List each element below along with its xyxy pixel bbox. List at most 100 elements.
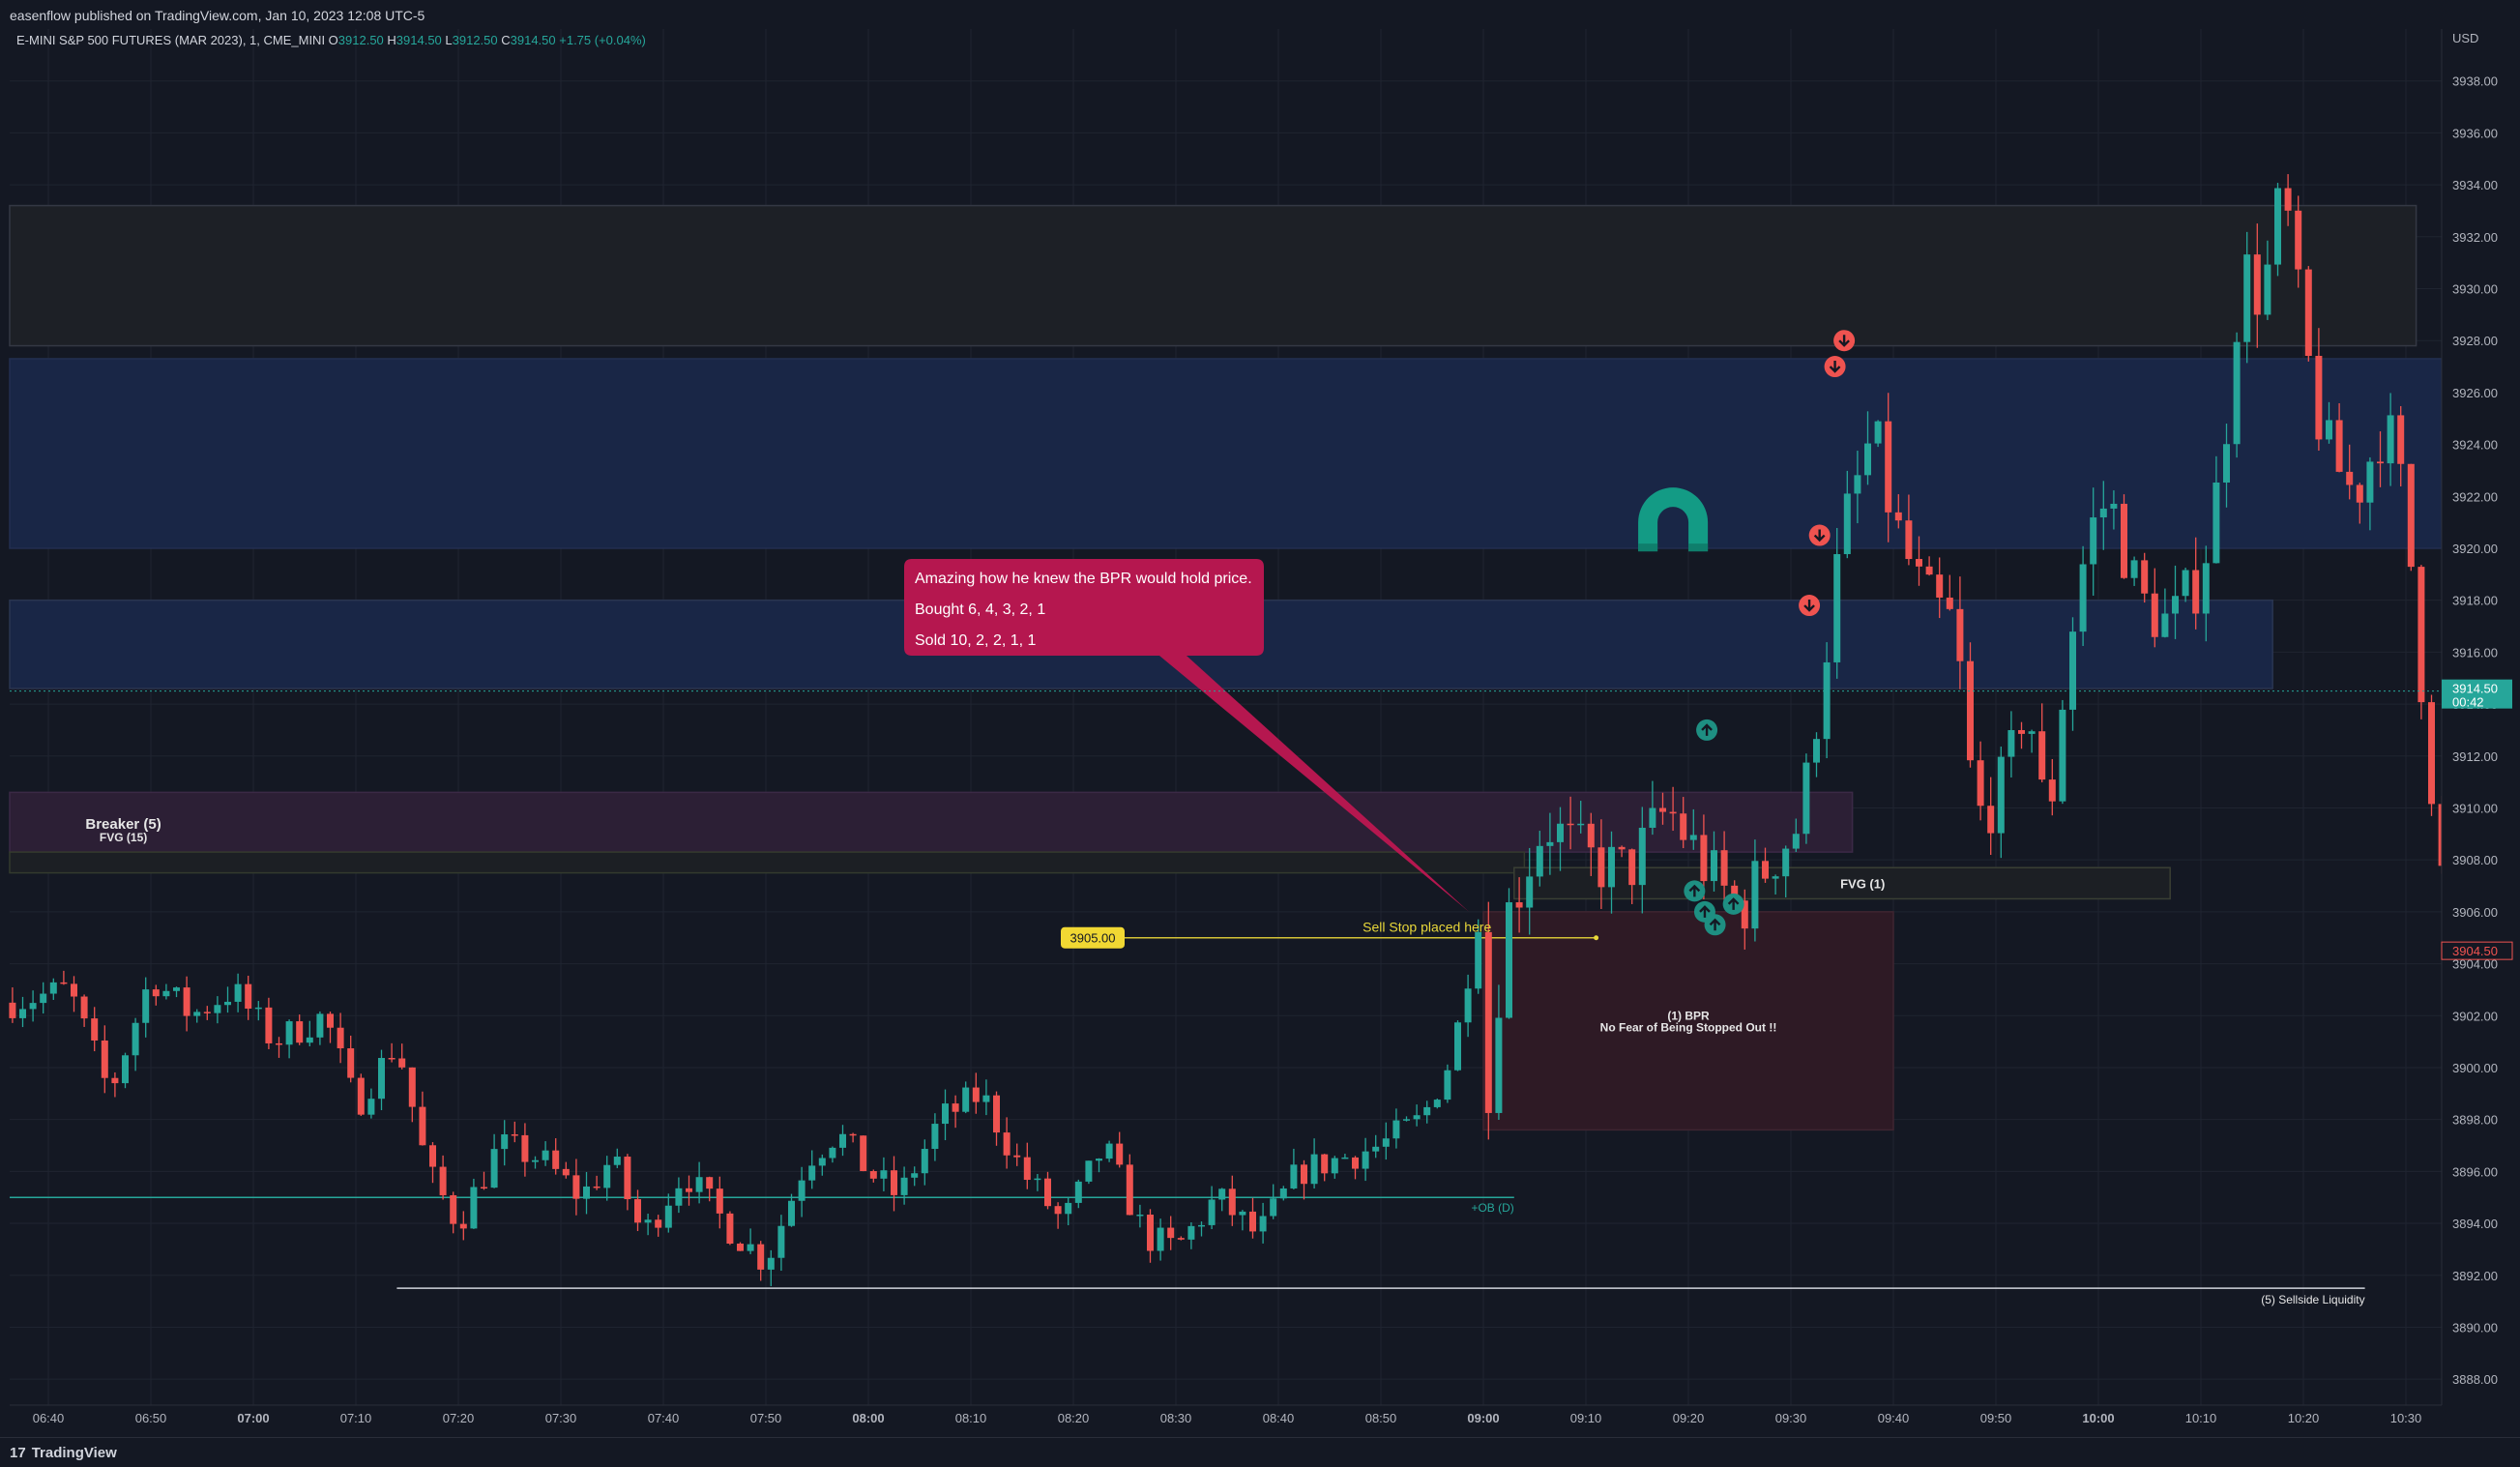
candle — [788, 1193, 795, 1227]
candle — [245, 975, 252, 1020]
candle-body — [1874, 421, 1882, 444]
last-price-label: 3914.50 — [2452, 682, 2498, 696]
candle-body — [695, 1177, 703, 1192]
candle-body — [2326, 420, 2332, 440]
bpr-sub-label: No Fear of Being Stopped Out !! — [1600, 1020, 1777, 1034]
candle — [1279, 1186, 1287, 1201]
candle-body — [162, 990, 170, 997]
candle-body — [1772, 876, 1779, 879]
time-tick-label: 07:00 — [237, 1411, 269, 1425]
candle-body — [1557, 823, 1564, 842]
candle-body — [306, 1037, 313, 1043]
candle — [552, 1138, 560, 1175]
candle-body — [2233, 341, 2241, 445]
candle — [122, 1052, 129, 1089]
sell-arrow-icon — [1833, 330, 1856, 352]
candle-body — [357, 1077, 365, 1115]
candle — [357, 1073, 365, 1116]
time-tick-label: 07:40 — [648, 1411, 680, 1425]
candle-body — [1136, 1215, 1144, 1217]
candle-body — [2069, 631, 2076, 710]
candle — [900, 1166, 908, 1205]
candle-body — [2284, 188, 2292, 211]
price-tick-label: 3908.00 — [2452, 853, 2498, 867]
candle-body — [911, 1173, 919, 1178]
candle — [316, 1011, 324, 1045]
candle-body — [2407, 463, 2415, 568]
candle — [1506, 888, 1512, 1019]
candle-body — [316, 1013, 324, 1038]
candle — [686, 1175, 692, 1206]
candle — [1013, 1143, 1021, 1166]
candle-body — [993, 1095, 1000, 1133]
candle — [2304, 266, 2312, 362]
candle — [1177, 1236, 1185, 1241]
currency-label: USD — [2452, 31, 2478, 45]
candle — [1433, 1098, 1441, 1109]
time-tick-label: 09:30 — [1775, 1411, 1807, 1425]
callout-line: Sold 10, 2, 2, 1, 1 — [915, 632, 1037, 649]
candle — [2428, 694, 2435, 816]
candle — [378, 1049, 385, 1111]
candle-body — [737, 1244, 744, 1251]
candle — [398, 1043, 406, 1070]
candle — [532, 1156, 539, 1169]
candle-body — [1157, 1227, 1164, 1251]
candle-body — [1413, 1115, 1421, 1120]
candle — [1228, 1175, 1236, 1226]
candle-body — [1997, 756, 2005, 834]
candle-body — [1034, 1178, 1041, 1181]
candle — [49, 978, 57, 1000]
candle — [1925, 556, 1933, 576]
candle — [737, 1242, 744, 1251]
candle-body — [1689, 835, 1697, 840]
sellside-label: (5) Sellside Liquidity — [2261, 1293, 2364, 1306]
candle-body — [2038, 731, 2046, 780]
candle-body — [1925, 566, 1933, 575]
candle-body — [1259, 1216, 1267, 1232]
candle-body — [829, 1147, 836, 1159]
candle-body — [532, 1159, 539, 1162]
candle-body — [276, 1042, 282, 1045]
candle — [675, 1177, 683, 1214]
candle — [1341, 1154, 1349, 1159]
candle-body — [1310, 1154, 1318, 1185]
candle-body — [367, 1099, 375, 1115]
price-tick-label: 3890.00 — [2452, 1320, 2498, 1335]
candle — [91, 1007, 99, 1052]
candle-body — [1126, 1164, 1133, 1216]
candlestick-chart[interactable]: Breaker (5)FVG (15)FVG (1)(1) BPRNo Fear… — [0, 0, 2520, 1466]
candle-body — [2110, 503, 2118, 509]
price-tick-label: 3924.00 — [2452, 438, 2498, 453]
candle — [1218, 1188, 1226, 1212]
candle-body — [2295, 210, 2302, 270]
candle-body — [122, 1055, 129, 1084]
time-tick-label: 08:20 — [1058, 1411, 1090, 1425]
candle — [1382, 1122, 1390, 1160]
candle-body — [1567, 823, 1574, 826]
candle — [655, 1215, 662, 1237]
candle-body — [1802, 762, 1810, 835]
candle-body — [1782, 848, 1790, 877]
candle — [142, 977, 150, 1038]
candle — [2048, 758, 2056, 816]
tradingview-logo[interactable]: 17 TradingView — [10, 1445, 117, 1461]
candle-body — [972, 1087, 980, 1102]
candle-body — [2028, 731, 2036, 734]
candle-body — [470, 1187, 478, 1229]
candle-body — [1894, 512, 1902, 521]
candle-body — [60, 982, 68, 984]
price-tick-label: 3938.00 — [2452, 74, 2498, 89]
candle-body — [1587, 823, 1595, 848]
candle — [408, 1067, 416, 1123]
candle-body — [80, 996, 88, 1019]
candle — [80, 994, 88, 1027]
candle-body — [285, 1021, 293, 1045]
candle-body — [767, 1257, 775, 1270]
buy-arrow-icon — [1696, 719, 1718, 741]
candle-body — [1270, 1198, 1277, 1217]
candle — [808, 1150, 816, 1189]
candle-body — [1495, 1017, 1503, 1113]
candle-body — [2161, 613, 2169, 637]
candle-body — [1372, 1146, 1380, 1152]
